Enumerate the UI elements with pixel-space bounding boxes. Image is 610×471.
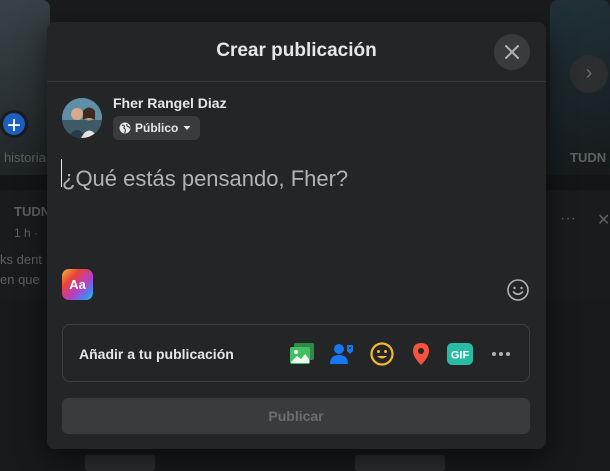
create-post-dialog: Crear publicación Fher Rangel Diaz Públi… [47,22,546,449]
post-meta: 1 h · [14,226,39,240]
close-icon [505,45,519,59]
privacy-label: Público [135,121,179,135]
dialog-header: Crear publicación [47,22,546,82]
dialog-title: Crear publicación [216,40,377,61]
gif-icon: GIF [447,343,473,365]
post-photo [355,455,445,471]
tag-people-icon [330,344,353,364]
text-style-label: Aa [69,277,86,292]
post-photo [85,455,155,471]
publish-button[interactable]: Publicar [62,398,530,434]
more-options-icon [492,352,510,356]
feeling-icon [370,342,394,366]
emoji-icon[interactable] [506,278,530,302]
gif-button[interactable]: GIF [447,341,473,367]
story-author-label: TUDN [570,150,607,165]
check-in-icon [413,343,429,365]
caret-down-icon [183,126,191,130]
story-card [0,0,50,175]
create-story-plus-icon: + [0,110,28,139]
post-snippet: ks dent [0,252,42,267]
svg-text:GIF: GIF [451,350,470,362]
next-stories-arrow-icon: › [570,55,608,93]
photo-video-button[interactable] [289,341,315,367]
post-text-input[interactable] [62,159,522,199]
tag-people-button[interactable] [329,341,355,367]
feeling-activity-button[interactable] [369,341,395,367]
add-to-post-panel: Añadir a tu publicación GIF [62,324,530,382]
post-close-icon: ✕ [597,212,610,229]
create-story-label: r historia [0,150,46,165]
background-style-button[interactable]: Aa [62,269,93,300]
globe-icon [119,122,131,134]
photo-video-icon [290,343,314,364]
post-author: TUDN [14,204,51,219]
avatar[interactable] [62,98,102,138]
user-name: Fher Rangel Diaz [113,95,227,111]
privacy-selector-button[interactable]: Público [113,116,201,140]
post-snippet: en que [0,272,40,287]
post-more-icon: ··· [560,210,576,227]
close-button[interactable] [494,34,530,70]
add-to-post-label: Añadir a tu publicación [79,346,234,362]
more-options-button[interactable] [488,341,514,367]
check-in-button[interactable] [408,341,434,367]
